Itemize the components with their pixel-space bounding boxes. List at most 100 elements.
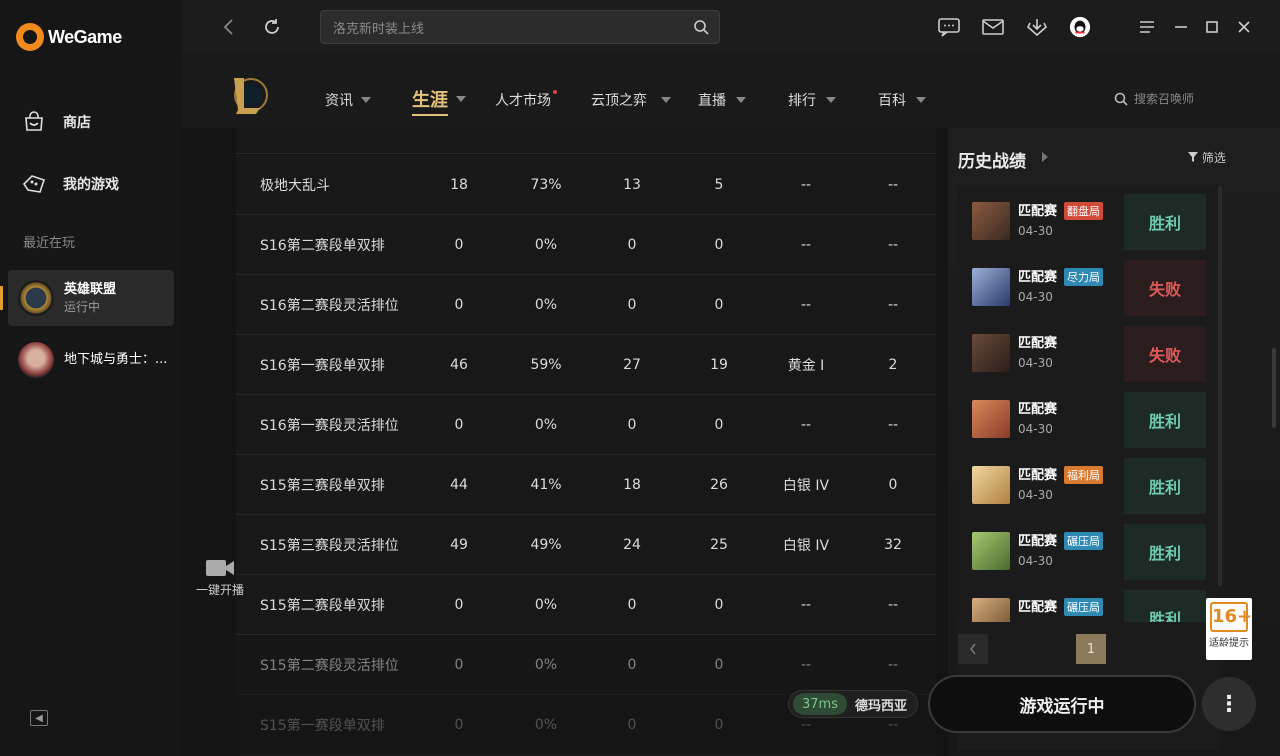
lol-logo-icon[interactable]	[230, 74, 268, 116]
sidebar-item-store[interactable]: 商店	[22, 110, 91, 134]
mail-icon[interactable]	[982, 16, 1004, 38]
match-date: 04-30	[1018, 224, 1053, 238]
table-row[interactable]: S15第二赛段单双排 0 0% 0 0 -- --	[236, 575, 936, 635]
recent-games-heading: 最近在玩	[23, 236, 76, 251]
rank-tier: 黄金 I	[787, 357, 825, 374]
tab-wiki[interactable]: 百科	[878, 90, 926, 110]
league-points: --	[887, 236, 899, 253]
menu-icon[interactable]	[1136, 16, 1158, 38]
losses: 0	[714, 656, 724, 673]
minimize-icon[interactable]	[1170, 16, 1192, 38]
wins: 0	[627, 716, 637, 733]
page-number[interactable]: 1	[1076, 634, 1106, 664]
sidebar-game-lol[interactable]: 英雄联盟 运行中	[8, 270, 174, 326]
games-count: 0	[454, 716, 464, 733]
table-row[interactable]: S15第三赛段单双排 44 41% 18 26 白银 IV 0	[236, 455, 936, 515]
table-row[interactable]: S15第三赛段灵活排位 49 49% 24 25 白银 IV 32	[236, 515, 936, 575]
match-item[interactable]: 匹配赛 翻盘局 04-30 胜利	[958, 186, 1210, 252]
game-running-button[interactable]: 游戏运行中	[928, 675, 1196, 733]
maximize-icon[interactable]	[1201, 16, 1223, 38]
collapse-sidebar-icon[interactable]: ◀	[30, 710, 48, 726]
search-input[interactable]: 洛克新时装上线	[320, 10, 720, 44]
age-rating-badge[interactable]: 16+ 适龄提示	[1206, 598, 1252, 660]
history-title[interactable]: 历史战绩	[958, 147, 1026, 172]
losses: 0	[714, 296, 724, 313]
match-item[interactable]: 匹配赛 04-30 失败	[958, 318, 1210, 384]
filter-label: 筛选	[1201, 151, 1226, 165]
table-row[interactable]: 极地大乱斗 18 73% 13 5 -- --	[236, 155, 936, 215]
tab-ranking[interactable]: 排行	[788, 90, 836, 110]
match-result: 胜利	[1124, 458, 1206, 514]
win-rate: 49%	[530, 536, 562, 553]
filter-button[interactable]: 筛选	[1188, 149, 1226, 166]
wins: 0	[627, 296, 637, 313]
table-row	[236, 128, 936, 154]
qq-avatar-icon[interactable]	[1069, 16, 1091, 38]
chevron-down-icon	[826, 97, 836, 103]
back-icon[interactable]	[216, 15, 240, 39]
chevron-left-icon[interactable]	[958, 634, 988, 664]
match-tag: 碾压局	[1064, 532, 1103, 550]
champion-avatar	[972, 532, 1010, 570]
wegame-logo[interactable]: WeGame	[16, 23, 122, 51]
table-row[interactable]: S16第二赛段灵活排位 0 0% 0 0 -- --	[236, 275, 936, 335]
games-count: 0	[454, 596, 464, 613]
match-result: 失败	[1124, 260, 1206, 316]
summoner-search-input[interactable]: 搜索召唤师	[1114, 90, 1194, 107]
rank-tier: --	[800, 416, 812, 433]
page-scrollbar[interactable]	[1272, 348, 1276, 428]
tab-tft[interactable]: 云顶之弈	[591, 90, 671, 110]
match-item[interactable]: 匹配赛 04-30 胜利	[958, 384, 1210, 450]
queue-name: 极地大乱斗	[260, 177, 330, 194]
rank-tier: 白银 IV	[782, 477, 830, 494]
games-count: 0	[454, 416, 464, 433]
match-item[interactable]: 匹配赛 尽力局 04-30 失败	[958, 252, 1210, 318]
wins: 27	[623, 356, 641, 373]
tab-live[interactable]: 直播	[698, 90, 746, 110]
games-count: 44	[450, 476, 468, 493]
tab-label: 直播	[698, 93, 726, 109]
games-count: 0	[454, 236, 464, 253]
games-count: 46	[450, 356, 468, 373]
queue-name: S15第一赛段单双排	[260, 717, 385, 734]
match-item[interactable]: 匹配赛 福利局 04-30 胜利	[958, 450, 1210, 516]
wins: 0	[627, 236, 637, 253]
server-status[interactable]: 37ms 德玛西亚	[788, 690, 918, 718]
table-row[interactable]: S15第二赛段灵活排位 0 0% 0 0 -- --	[236, 635, 936, 695]
search-icon[interactable]	[693, 19, 709, 39]
chevron-down-icon	[361, 97, 371, 103]
one-click-live-button[interactable]: 一键开播	[190, 558, 250, 598]
league-points: --	[887, 176, 899, 193]
win-rate: 0%	[534, 236, 558, 253]
close-icon[interactable]	[1233, 16, 1255, 38]
server-name: 德玛西亚	[855, 698, 908, 714]
tab-career[interactable]: 生涯	[412, 86, 466, 116]
table-row[interactable]: S16第一赛段灵活排位 0 0% 0 0 -- --	[236, 395, 936, 455]
more-options-icon[interactable]: ⋮	[1202, 677, 1256, 731]
chevron-down-icon	[916, 97, 926, 103]
history-scrollbar[interactable]	[1218, 186, 1222, 586]
table-row[interactable]: S16第一赛段单双排 46 59% 27 19 黄金 I 2	[236, 335, 936, 395]
rank-tier: 白银 IV	[782, 537, 830, 554]
refresh-icon[interactable]	[260, 15, 284, 39]
dnf-game-icon	[18, 342, 54, 378]
chat-icon[interactable]	[938, 16, 960, 38]
play-label: 游戏运行中	[1019, 696, 1105, 717]
league-points: --	[887, 416, 899, 433]
tab-label: 百科	[878, 93, 906, 109]
sidebar-game-dnf[interactable]: 地下城与勇士：...	[8, 332, 174, 388]
league-points: 32	[884, 536, 902, 553]
match-tag: 碾压局	[1064, 598, 1103, 616]
match-result: 胜利	[1124, 194, 1206, 250]
games-count: 0	[454, 656, 464, 673]
table-row[interactable]: S16第二赛段单双排 0 0% 0 0 -- --	[236, 215, 936, 275]
match-mode: 匹配赛	[1018, 600, 1058, 615]
chevron-right-icon[interactable]	[1042, 152, 1048, 162]
tab-news[interactable]: 资讯	[325, 90, 371, 110]
rank-tier: --	[800, 716, 812, 733]
match-item[interactable]: 匹配赛 碾压局 04-30 胜利	[958, 516, 1210, 582]
download-icon[interactable]	[1026, 16, 1048, 38]
summoner-search-placeholder: 搜索召唤师	[1134, 92, 1195, 106]
sidebar-item-my-games[interactable]: 我的游戏	[22, 172, 119, 196]
tab-talent-market[interactable]: 人才市场	[495, 90, 557, 110]
